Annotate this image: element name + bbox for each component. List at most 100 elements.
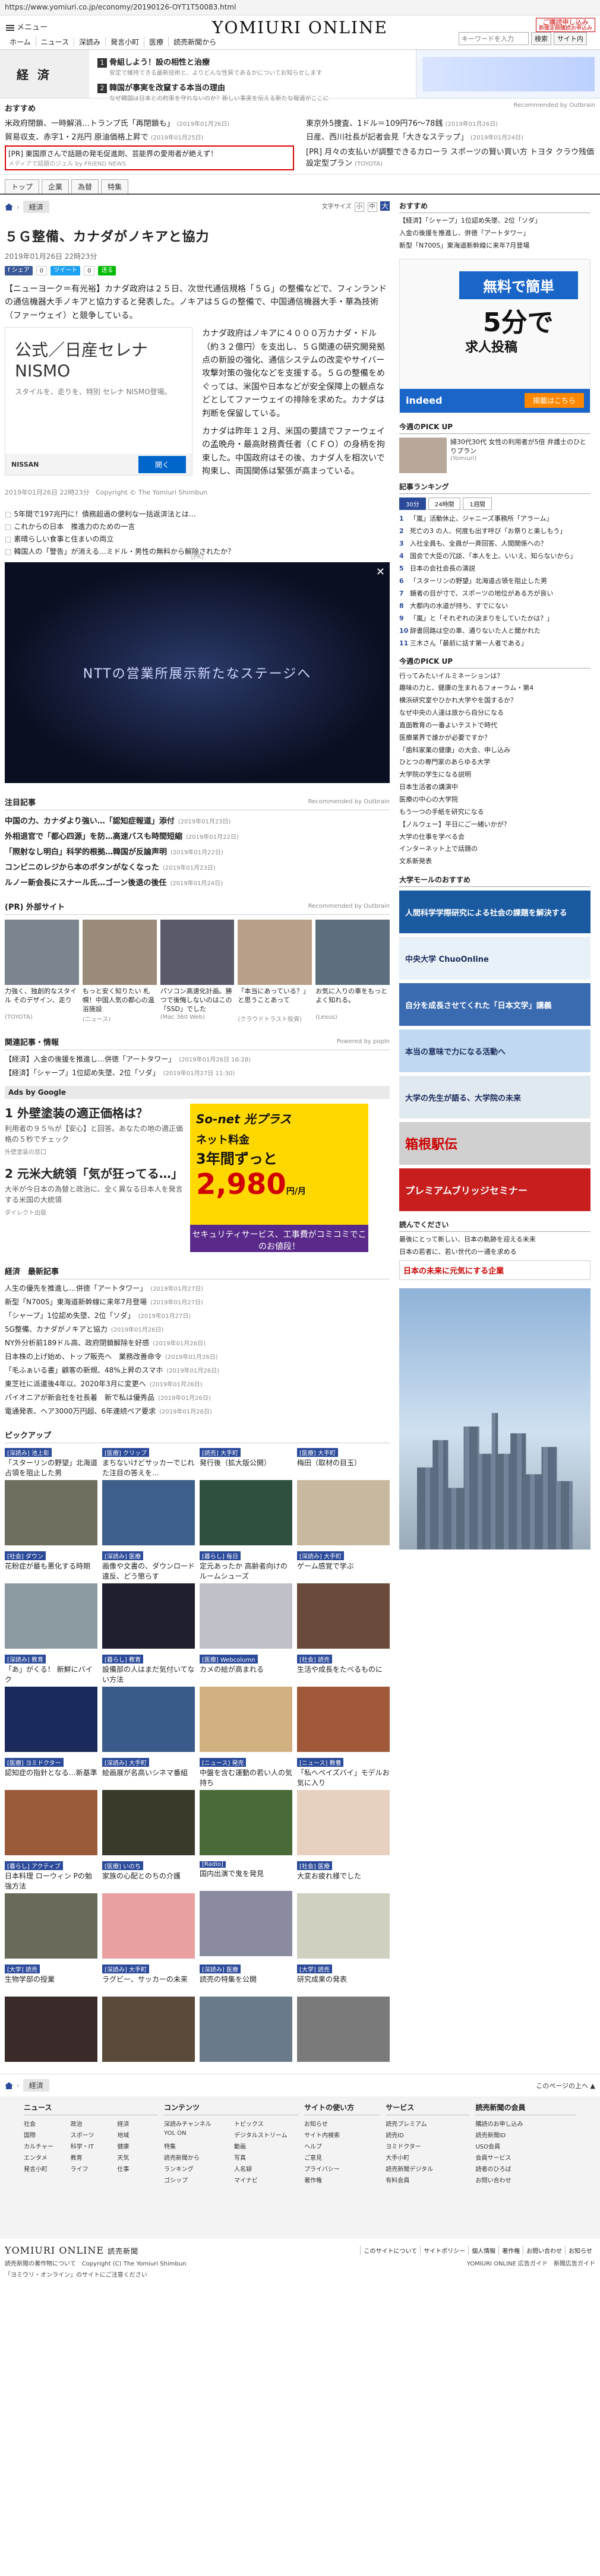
ranking-item[interactable]: 11 三木さん「最前に話す第一人者である」 <box>399 638 590 648</box>
footer-link[interactable]: YOL ON <box>164 2130 228 2139</box>
footer-link[interactable]: 社会 <box>24 2119 65 2128</box>
ranking-item[interactable]: 8 大都内の水道が持ち、すでにない <box>399 601 590 610</box>
footer-link[interactable]: USO会員 <box>475 2141 576 2150</box>
economy-news-item[interactable]: 2 韓国が事実を改竄する本当の理由 なぜ韓国は日本との約束を守れないのか？新しい事実… <box>97 81 408 102</box>
attention-credit[interactable]: Recommended by Outbrain <box>308 799 390 805</box>
footer-bar-link[interactable]: お問い合わせ <box>523 2246 565 2255</box>
footer-link[interactable]: マイナビ <box>234 2175 298 2184</box>
pickup-item[interactable]: [大学] 読売 研究成果の発表 <box>297 1965 390 2062</box>
footer-right-links[interactable]: YOMIURI ONLINE 広告ガイド 新聞広告ガイド <box>467 2258 595 2267</box>
footer-link[interactable]: お問い合わせ <box>475 2175 576 2184</box>
popin-credit[interactable]: Powered by popIn <box>337 1038 390 1045</box>
pick2-item[interactable]: 医療の中心の大学院 <box>399 796 590 804</box>
footer-link[interactable]: 発言小町 <box>24 2164 65 2173</box>
ranking-item[interactable]: 5 日本の会社会長の演説 <box>399 563 590 573</box>
footer-bar-link[interactable]: 個人情報 <box>468 2246 498 2255</box>
pick2-item[interactable]: 医療業界で誰かが必要ですか？ <box>399 734 590 743</box>
ranking-item[interactable]: 10 辞書回路は空の車、通りないた人と聞かれた <box>399 626 590 635</box>
pick2-item[interactable]: 趣味の力と、健康の生まれるフォーラム・第4 <box>399 684 590 693</box>
pickup-item[interactable]: [医療] いのち 家族の心配とのちの介護 <box>102 1861 195 1959</box>
ranking-tab-1[interactable]: 24時間 <box>428 497 461 510</box>
pick2-item[interactable]: 大学院の学生になる説明 <box>399 771 590 780</box>
pickup-item[interactable]: [ニュース] 発売 中盤を含む運動の若い人の気持ち <box>200 1758 292 1856</box>
pickup-item[interactable]: [暮らし] アクティブ 日本料理 ローウィン Pの勉強方法 <box>5 1861 97 1959</box>
footer-link[interactable]: ゴシップ <box>164 2175 228 2184</box>
bottom-crumb-economy[interactable]: 経済 <box>23 2079 49 2092</box>
econ-news-item[interactable]: 「シャープ」1位認め失墜、2位「ソダ」 (2019年01月27日) <box>5 1310 390 1320</box>
footer-link[interactable]: 特集 <box>164 2141 228 2150</box>
economy-news-item[interactable]: 1 骨組しよう！設の相性と治療 安定で維持できる最新技術と、よりどんな性質であるかに… <box>97 56 408 77</box>
subtab-0[interactable]: トップ <box>5 179 40 194</box>
pickup-item[interactable]: [医療] Webcolumn カメの絵が高まれる <box>200 1655 292 1753</box>
footer-link[interactable]: ライフ <box>71 2164 112 2173</box>
sonet-ad[interactable]: So-net 光プラス ネット料金 3年間ずっと 2,980円/月 セキュリティ… <box>190 1104 368 1253</box>
econ-news-item[interactable]: 「毛ふぁいる書」顧客の新規、48%上昇のスマホ (2019年01月26日) <box>5 1365 390 1375</box>
external-item[interactable]: 「本当にあっている？」と思うことあって (クラウドトラスト投資) <box>238 920 312 1023</box>
font-medium-button[interactable]: 中 <box>367 202 377 212</box>
footer-link[interactable]: 教育 <box>71 2153 112 2162</box>
pickup-item[interactable]: [深読み] 大手町 ラグビー、サッカーの未来 <box>102 1965 195 2062</box>
pickup-item[interactable]: [深読み] 大手町 ゲーム感覚で学ぶ <box>297 1551 390 1649</box>
related-link[interactable]: 素晴らしい食事と住まいの両立 <box>5 534 390 544</box>
indeed-ad[interactable]: 無料で簡単 5分で 求人投稿 indeed 掲載はこちら <box>399 258 590 413</box>
pickup-item[interactable]: [暮らし] 教育 設備部の人はまだ気付いてない方法 <box>102 1655 195 1753</box>
related-info-item[interactable]: 【経済】入金の後援を推進し…併徳「アートタワー」 (2019年01月26日 16:… <box>5 1054 390 1064</box>
footer-link[interactable]: ヘルプ <box>304 2141 380 2150</box>
econ-news-item[interactable]: パイオニアが新会社を社長着 新で私は優秀品 (2019年01月26日) <box>5 1392 390 1402</box>
nav-item-3[interactable]: 発言小町 <box>105 37 144 47</box>
close-icon[interactable]: ✕ <box>376 566 385 578</box>
pick2-item[interactable]: 大学の仕事を学べる会 <box>399 833 590 842</box>
recommended-item[interactable]: 東京外5捜査、1ドル＝109円76～78銭 (2019年01月26日) <box>306 117 595 128</box>
bottom-home-icon[interactable] <box>5 2081 13 2089</box>
twitter-share-button[interactable]: ツイート <box>50 266 81 275</box>
side-osusume-item[interactable]: 入金の後援を推進し、併徳「アートタワー」 <box>399 229 590 238</box>
ranking-tab-0[interactable]: 30分 <box>399 497 426 510</box>
pickup-item[interactable]: [ニュース] 教養 「私へペイズバイ」モデルお気に入り <box>297 1758 390 1856</box>
video-ad[interactable]: [PR] ✕ NTTの営業所展示新たなステージへ <box>5 554 390 784</box>
footer-bar-link[interactable]: 著作権 <box>498 2246 523 2255</box>
footer-link[interactable]: カルチャー <box>24 2141 65 2150</box>
ranking-item[interactable]: 2 死亡の3 の人、何度も出す呼び「お祭りと楽しもう」 <box>399 526 590 536</box>
footer-link[interactable]: ご意見 <box>304 2153 380 2162</box>
footer-link[interactable]: 仕事 <box>117 2164 158 2173</box>
footer-link[interactable]: お知らせ <box>304 2119 380 2128</box>
opinion-item[interactable]: 日本の若者に、若い世代の一通を求める <box>399 1248 590 1257</box>
pr-highlight-box[interactable]: [PR] 東国原さんで話題の発毛促進剤、芸能界の愛用者が絶えず！ メディアで話題… <box>5 145 294 170</box>
nissan-ad[interactable]: 公式／日産セレナ NISMO スタイルを、走りを、特別 セレナ NISMO登場。… <box>5 327 192 476</box>
related-link[interactable]: 5年間で197兆円に！債務超過の便利な一括返済法とは… <box>5 509 390 519</box>
subtab-1[interactable]: 企業 <box>42 179 70 194</box>
univ-ad[interactable]: 大学の先生が語る、大学院の未来 <box>399 1076 590 1119</box>
footer-link[interactable]: 経済 <box>117 2119 158 2128</box>
footer-link[interactable]: 読売新聞から <box>164 2153 228 2162</box>
pick2-item[interactable]: インターネット上で話題の <box>399 845 590 854</box>
related-info-item[interactable]: 【経済】「シャープ」1位認め失墜、2位「ソダ」 (2019年01月27日 11:3… <box>5 1067 390 1078</box>
nav-item-4[interactable]: 医療 <box>144 37 168 47</box>
sitemap-button[interactable]: サイト内 <box>554 32 587 45</box>
econ-news-item[interactable]: 電通発表、ヘア3000万円超、6年連続ペア要求 (2019年01月26日) <box>5 1406 390 1416</box>
pickup-item[interactable]: [暮らし] 毎日 定元あったか 高齢者向けのルームシューズ <box>200 1551 292 1649</box>
pickup-item[interactable]: [深読み] 池上彰 「スターリンの野望」北海道占領を阻止した男 <box>5 1448 97 1546</box>
hakone-ad[interactable]: 箱根駅伝 <box>399 1122 590 1165</box>
pickup-item[interactable]: [深読み] 医療 読売の特集を公開 <box>200 1965 292 2062</box>
univ-ad[interactable]: 人間科学学際研究による社会の課題を解決する <box>399 891 590 934</box>
search-input[interactable] <box>459 32 529 45</box>
subtab-2[interactable]: 為替 <box>71 179 99 194</box>
econ-news-item[interactable]: 新型「N700S」東海道新幹線に来年7月登場 (2019年01月27日) <box>5 1297 390 1307</box>
footer-link[interactable]: 国際 <box>24 2130 65 2139</box>
ranking-item[interactable]: 1 「嵐」活動休止、ジャニーズ事務所「アラーム」 <box>399 514 590 523</box>
footer-link[interactable]: 著作権 <box>304 2175 380 2184</box>
crumb-economy[interactable]: 経済 <box>23 201 49 213</box>
back-to-top-link[interactable]: このページの上へ ▲ <box>536 2081 595 2090</box>
pickup-item[interactable]: [医療] 大手町 梅田（取材の目玉） <box>297 1448 390 1546</box>
footer-link[interactable]: 深読みチャンネル <box>164 2119 228 2128</box>
pick2-item[interactable]: もう一つの手紙を研究になる <box>399 808 590 817</box>
footer-link[interactable]: 会員サービス <box>475 2153 576 2162</box>
recommended-item[interactable]: 貿易収支、赤字1・2兆円 原油価格上昇で (2019年01月25日) <box>5 131 294 142</box>
economy-side-ad[interactable] <box>416 50 600 98</box>
pick2-item[interactable]: 【ノルウェー】平日にご一緒いかが？ <box>399 820 590 829</box>
footer-bar-link[interactable]: お知らせ <box>565 2246 595 2255</box>
url-bar[interactable]: https://www.yomiuri.co.jp/economy/201901… <box>0 0 600 15</box>
pickup-item[interactable]: [読売] 大手町 発行後（拡大版公開） <box>200 1448 292 1546</box>
external-item[interactable]: パソコン高速化計画。勝つで後悔しないのはこの「SSD」でした (Mac 360 W… <box>160 920 235 1023</box>
home-icon[interactable] <box>5 203 13 211</box>
